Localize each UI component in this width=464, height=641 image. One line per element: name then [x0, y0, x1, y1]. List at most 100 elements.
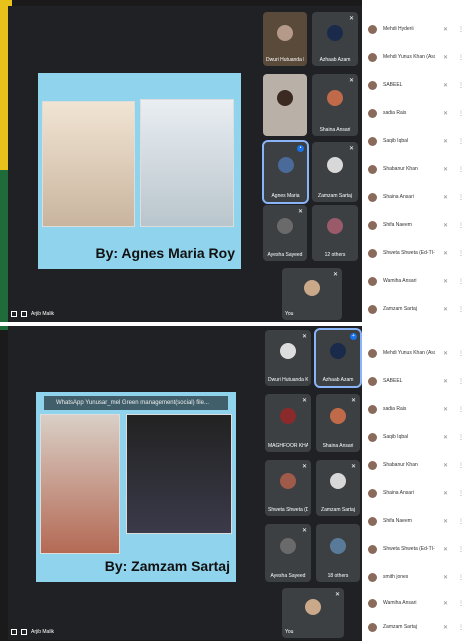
avatar [368, 192, 377, 202]
screenshot-root: By: Agnes Maria Roy Arjib Malik ✎ Dwuri … [0, 0, 464, 641]
more-vert-icon[interactable]: ⋮ [458, 434, 464, 441]
more-vert-icon[interactable]: ⋮ [458, 574, 464, 581]
mic-off-icon: ✕ [301, 334, 307, 340]
list-item[interactable]: Shabanur Khan ✕ ⋮ [362, 156, 464, 182]
more-vert-icon[interactable]: ⋮ [458, 462, 464, 469]
list-item[interactable]: Mehdi Hyderii ✕ ⋮ [362, 16, 464, 42]
more-vert-icon[interactable]: ⋮ [458, 194, 464, 201]
more-vert-icon[interactable]: ⋮ [458, 54, 464, 61]
mic-off-icon: ✕ [442, 624, 448, 631]
list-item[interactable]: SABEEL ✕ ⋮ [362, 368, 464, 394]
avatar [368, 164, 377, 174]
self-tile[interactable]: ✕ You [282, 588, 344, 638]
more-vert-icon[interactable]: ⋮ [458, 378, 464, 385]
more-vert-icon[interactable]: ⋮ [458, 26, 464, 33]
mic-off-icon: ✕ [442, 434, 448, 441]
list-item[interactable]: Zamzam Sartaj ✕ ⋮ [362, 614, 464, 640]
presenter-name: Arjib Malik [31, 629, 55, 635]
mic-off-icon: ✕ [442, 350, 448, 357]
more-vert-icon[interactable]: ⋮ [458, 406, 464, 413]
participant-tile[interactable]: ✕ MAGHFOOR KHAN [265, 394, 311, 452]
more-vert-icon[interactable]: ⋮ [458, 490, 464, 497]
participant-tile[interactable]: ✕ Zamzam Sartaj [312, 142, 358, 202]
participant-tile[interactable]: ✕ Ayesha Sayeed [265, 524, 311, 582]
participant-tile[interactable]: + Azhaab Azam [314, 328, 362, 388]
more-vert-icon[interactable]: ⋮ [458, 82, 464, 89]
presenter-icon [21, 311, 27, 317]
more-vert-icon[interactable]: ⋮ [458, 306, 464, 313]
list-item[interactable]: Zamzam Sartaj ✕ ⋮ [362, 296, 464, 322]
list-item[interactable]: Shifa Naeem ✕ ⋮ [362, 508, 464, 534]
mic-off-icon: ✕ [442, 406, 448, 413]
list-item[interactable]: Wamiha Ansari ✕ ⋮ [362, 268, 464, 294]
mic-off-icon: ✕ [334, 592, 340, 598]
more-vert-icon[interactable]: ⋮ [458, 138, 464, 145]
self-tile[interactable]: ✕ You [282, 268, 342, 320]
participant-tile[interactable]: ✕ Shaina Ansari [312, 74, 358, 136]
participant-tile[interactable]: ✕ Dwuri Hutuanda Kh... [265, 330, 311, 386]
mic-off-icon: ✕ [442, 278, 448, 285]
avatar [327, 24, 343, 41]
avatar [327, 156, 343, 173]
participant-tile[interactable]: ✕ Ayesha Sayeed [263, 205, 307, 261]
participant-tile[interactable]: • Agnes Maria [262, 140, 309, 204]
avatar [277, 89, 293, 106]
list-item[interactable]: Mehdi Yunus Khan (Assist...✕⋮ [362, 340, 464, 366]
avatar [304, 279, 320, 296]
more-vert-icon[interactable]: ⋮ [458, 166, 464, 173]
list-item[interactable]: Shweta Shweta (Ed-TI-VI)✕⋮ [362, 240, 464, 266]
participant-tile[interactable]: Dwuri Hutuanda K... [263, 12, 307, 66]
list-item[interactable]: sadia Rais ✕ ⋮ [362, 100, 464, 126]
mic-off-icon: ✕ [442, 194, 448, 201]
avatar [330, 408, 346, 425]
list-item[interactable]: Shabanur Khan ✕ ⋮ [362, 452, 464, 478]
mic-off-icon: ✕ [301, 398, 307, 404]
mic-off-icon: ✕ [442, 378, 448, 385]
more-vert-icon[interactable]: ⋮ [458, 350, 464, 357]
list-item[interactable]: Wamiha Ansari ✕ ⋮ [362, 590, 464, 616]
more-vert-icon[interactable]: ⋮ [458, 250, 464, 257]
mic-off-icon: ✕ [350, 398, 356, 404]
more-vert-icon[interactable]: ⋮ [458, 624, 464, 631]
list-item[interactable]: sadia Rais ✕ ⋮ [362, 396, 464, 422]
participant-tile[interactable]: ✕ Shweta Shweta (D... [265, 460, 311, 516]
more-vert-icon[interactable]: ⋮ [458, 546, 464, 553]
participant-tile[interactable]: ✕ Zamzam Sartaj [316, 460, 360, 516]
list-item[interactable]: Mehdi Yunus Khan (Assist...✕⋮ [362, 44, 464, 70]
avatar [368, 248, 377, 258]
more-vert-icon[interactable]: ⋮ [458, 518, 464, 525]
avatar [368, 304, 377, 314]
avatar [368, 348, 377, 358]
more-vert-icon[interactable]: ⋮ [458, 278, 464, 285]
avatar [305, 599, 321, 615]
participant-tile[interactable]: ✕ Shaina Ansari [316, 394, 360, 452]
mic-off-icon: ✕ [442, 222, 448, 229]
list-item[interactable]: SABEEL ✕ ⋮ [362, 72, 464, 98]
slide-caption: By: Zamzam Sartaj [104, 558, 230, 574]
list-item[interactable]: Saqib Iqbal ✕ ⋮ [362, 424, 464, 450]
screen-icon [11, 629, 17, 635]
list-item[interactable]: Saqib Iqbal ✕ ⋮ [362, 128, 464, 154]
speaking-badge: + [350, 333, 357, 340]
participant-tile[interactable]: ✕ Azhaab Azam [312, 12, 358, 66]
participant-list-bottom: Mehdi Yunus Khan (Assist...✕⋮ SABEEL✕⋮ s… [362, 326, 464, 641]
avatar [368, 572, 377, 582]
list-item[interactable]: smith jones ✕ ⋮ [362, 564, 464, 590]
presenter-bar: Arjib Malik [8, 306, 128, 322]
avatar [368, 488, 377, 498]
mic-off-icon: ✕ [442, 82, 448, 89]
more-vert-icon[interactable]: ⋮ [458, 222, 464, 229]
others-tile[interactable]: 12 others [312, 205, 358, 261]
drawing-image [126, 414, 232, 534]
more-vert-icon[interactable]: ⋮ [458, 110, 464, 117]
list-item[interactable]: Shaina Ansari ✕ ⋮ [362, 480, 464, 506]
mic-off-icon: ✕ [442, 518, 448, 525]
participant-tile[interactable] [263, 74, 307, 136]
list-item[interactable]: Shifa Naeem ✕ ⋮ [362, 212, 464, 238]
list-item[interactable]: Shweta Shweta (Ed-TI-VI)✕⋮ [362, 536, 464, 562]
mic-off-icon: ✕ [442, 546, 448, 553]
others-tile[interactable]: 18 others [316, 524, 360, 582]
more-vert-icon[interactable]: ⋮ [458, 600, 464, 607]
list-item[interactable]: Shaina Ansari ✕ ⋮ [362, 184, 464, 210]
avatar-group [330, 538, 346, 555]
